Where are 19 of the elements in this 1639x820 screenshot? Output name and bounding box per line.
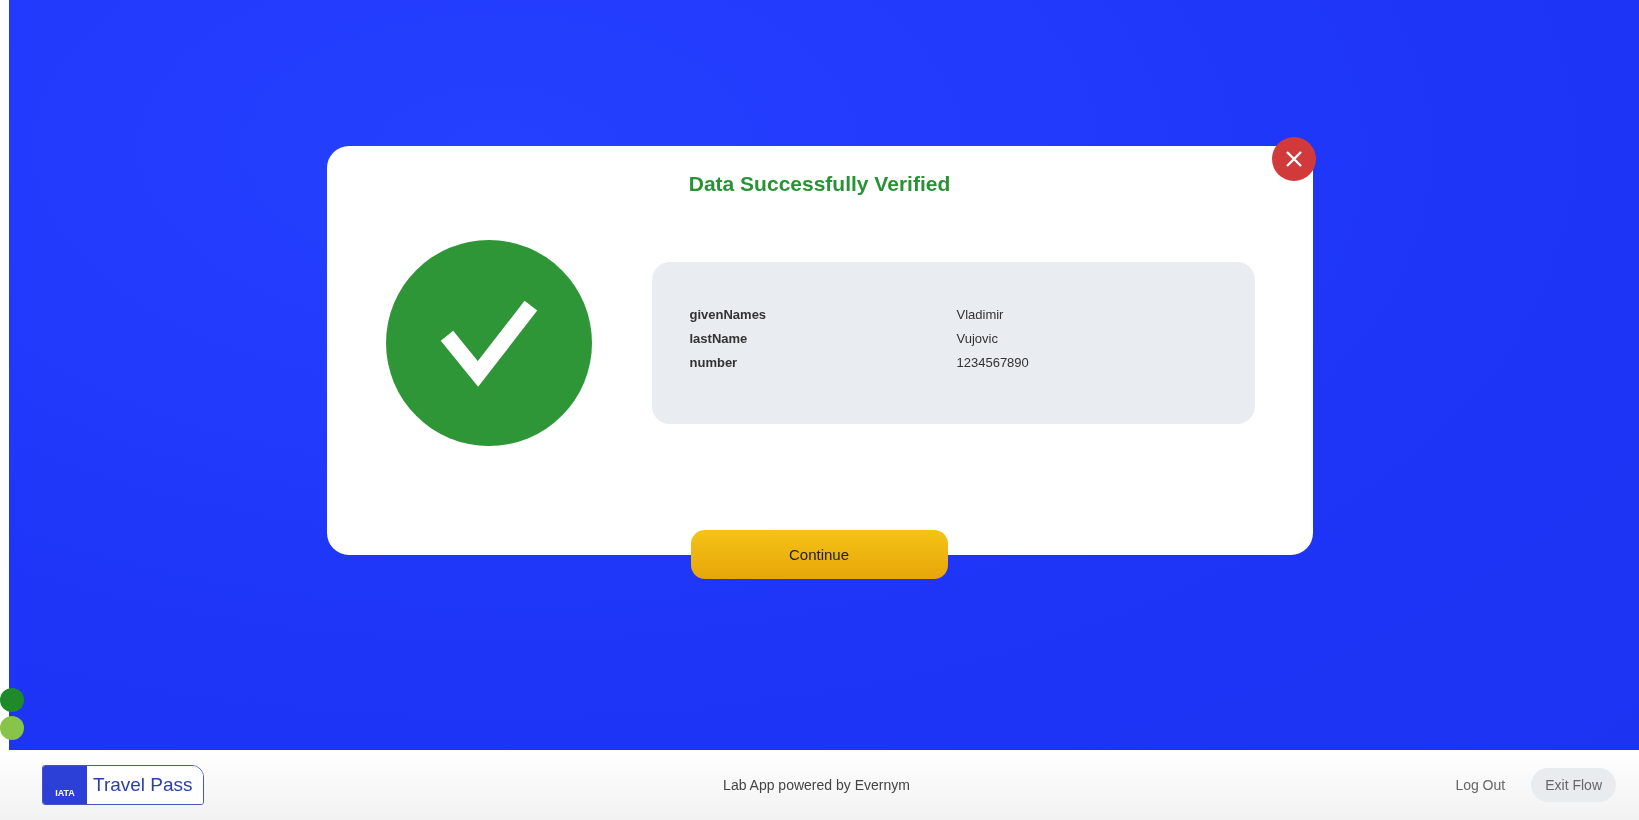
field-name: givenNames [689,307,768,322]
logo-badge: IATA [43,766,87,804]
powered-by-text: Lab App powered by Evernym [722,777,911,793]
field-value: 1234567890 [956,355,1029,370]
travel-pass-logo[interactable]: IATA Travel Pass [42,765,204,805]
continue-button[interactable]: Continue [690,530,948,579]
field-value: Vujovic [956,331,998,346]
log-out-link[interactable]: Log Out [1449,776,1512,794]
logo-text: Travel Pass [87,766,203,804]
dialog-title: Data Successfully Verified [688,172,951,196]
field-name: lastName [689,331,749,346]
field-name: number [689,355,739,370]
exit-flow-button[interactable]: Exit Flow [1531,768,1616,802]
dot-icon [0,688,24,712]
close-icon [1283,149,1304,169]
checkmark-icon [385,240,592,446]
close-button[interactable] [1271,137,1316,181]
field-value: Vladimir [956,307,1004,322]
dot-icon [0,716,24,740]
